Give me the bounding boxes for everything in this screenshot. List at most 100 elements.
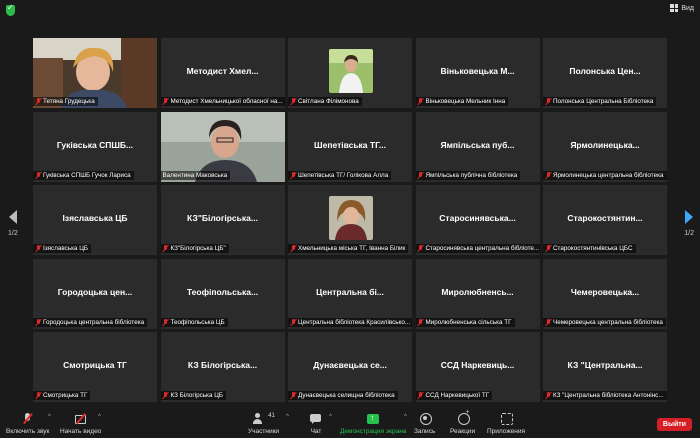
participant-label: Валентина Маковська	[160, 170, 231, 180]
participant-tile[interactable]: Теофіпольська... Теофіпольська ЦБ	[160, 258, 285, 329]
share-options-caret[interactable]: ^	[404, 414, 407, 420]
participant-tile[interactable]: Віньковецька М... Віньковецька Мельник І…	[415, 38, 540, 108]
mic-off-icon	[290, 98, 296, 105]
participant-tile[interactable]: Хмельницька міська ТГ, Іванна Білик	[288, 185, 412, 255]
mic-off-icon	[163, 245, 169, 252]
participant-tile[interactable]: Методист Хмел... Методист Хмельницької о…	[160, 38, 285, 108]
participant-tile[interactable]: Старосинявська... Старосинявська централ…	[415, 185, 540, 255]
participant-tile[interactable]: Миролюбненсь... Миролюбненська сільська …	[415, 258, 540, 329]
mic-off-icon	[35, 318, 41, 326]
tile-display-name: КЗ"Білогірська...	[187, 213, 258, 223]
participant-tile[interactable]: Городоцька цен... Городоцька центральна …	[33, 258, 157, 329]
microphone-muted-icon	[21, 413, 35, 425]
chat-button[interactable]: Чат	[309, 413, 323, 435]
share-screen-label: Демонстрация экрана	[340, 428, 407, 435]
participant-name: Гуківська СПШБ Гучок Лариса	[43, 171, 131, 179]
mic-off-icon	[35, 392, 41, 399]
participant-label: КЗ "Центральна бібліотека Антонінс...	[543, 391, 667, 400]
start-video-label: Начать видео	[60, 428, 102, 435]
participant-tile[interactable]: Світлана Філімонова	[288, 38, 412, 108]
view-label: Вид	[681, 4, 694, 12]
participant-tile[interactable]: Полонська Цен... Полонська Центральна Бі…	[543, 38, 667, 108]
previous-page-button[interactable]: 1/2	[8, 210, 18, 237]
chat-options-caret[interactable]: ^	[329, 414, 332, 420]
gallery-grid: Тетяна Грудецька Методист Хмел... Методи…	[33, 38, 667, 403]
active-speaker-tile[interactable]: Валентина Маковська	[160, 111, 285, 182]
apps-button[interactable]: Приложения	[487, 413, 525, 435]
participant-name: Дунаєвецька селищна бібліотека	[298, 392, 395, 399]
mic-off-icon	[290, 318, 296, 326]
unmute-button[interactable]: Включить звук	[6, 413, 49, 435]
participant-tile[interactable]: Тетяна Грудецька	[33, 38, 157, 108]
participant-name: Шепетівська ТГ/ Голікова Алла	[298, 171, 389, 179]
participant-tile[interactable]: Шепетівська ТГ... Шепетівська ТГ/ Голіко…	[288, 111, 412, 182]
mic-off-icon	[545, 392, 551, 399]
page-indicator-left: 1/2	[8, 230, 18, 237]
reactions-button[interactable]: Реакции	[450, 409, 475, 435]
participant-tile[interactable]: Ярмолинецька... Ярмолинецька центральна …	[543, 111, 667, 182]
chat-label: Чат	[310, 428, 322, 435]
participant-tile[interactable]: Старокостянтин... Старокостянтинівська Ц…	[543, 185, 667, 255]
mic-off-icon	[163, 392, 169, 399]
arrow-right-icon	[685, 210, 694, 224]
arrow-left-icon	[8, 210, 17, 224]
participant-name: Центральна бібліотека Красилівсько...	[298, 318, 411, 326]
participants-icon	[252, 413, 266, 425]
mic-off-icon	[418, 245, 424, 252]
tile-display-name: Дунаєвецька се...	[313, 360, 387, 370]
mic-off-icon	[35, 171, 41, 179]
share-screen-button[interactable]: Демонстрация экрана	[340, 413, 406, 435]
video-off-icon	[74, 413, 88, 425]
video-options-caret[interactable]: ^	[98, 414, 101, 420]
tile-display-name: КЗ "Центральна...	[567, 360, 643, 370]
next-page-button[interactable]: 1/2	[684, 210, 694, 237]
participant-label: Центральна бібліотека Красилівсько...	[288, 317, 412, 327]
participant-name: КЗ "Центральна бібліотека Антонінс...	[553, 392, 664, 399]
leave-button[interactable]: Выйти	[656, 418, 692, 431]
participant-tile[interactable]: Смотрицька ТГ Смотрицька ТГ	[33, 332, 157, 402]
record-label: Запись	[414, 428, 436, 435]
apps-label: Приложения	[487, 428, 526, 435]
participant-name: КЗ"Білогірська ЦБ"	[170, 245, 226, 252]
apps-icon	[499, 413, 514, 425]
mic-off-icon	[418, 98, 424, 105]
participant-tile[interactable]: Ямпільська пуб... Ямпільська публічна бі…	[415, 111, 540, 182]
tile-display-name: Гуківська СПШБ...	[56, 139, 134, 150]
participant-tile[interactable]: КЗ Білогірська... КЗ Білогірська ЦБ	[160, 332, 285, 402]
grid-view-icon	[670, 4, 679, 12]
mic-off-icon	[545, 318, 551, 326]
participant-tile[interactable]: Центральна бі... Центральна бібліотека К…	[288, 258, 412, 329]
tile-display-name: Полонська Цен...	[569, 66, 641, 76]
tile-display-name: Чемеровецька...	[570, 286, 640, 297]
mic-off-icon	[290, 171, 296, 179]
participant-name: Старокостянтинівська ЦБС	[553, 245, 633, 252]
view-button[interactable]: Вид	[670, 4, 694, 12]
security-shield-icon[interactable]	[6, 3, 15, 16]
participant-tile[interactable]: Гуківська СПШБ... Гуківська СПШБ Гучок Л…	[33, 111, 157, 182]
participant-tile[interactable]: ССД Наркевиць... ССД Наркевицької ТГ	[415, 332, 540, 402]
mic-off-icon	[545, 245, 551, 252]
participant-tile[interactable]: Чемеровецька... Чемеровецька центральна …	[543, 258, 667, 329]
mic-off-icon	[418, 318, 424, 326]
mic-off-icon	[290, 245, 296, 252]
participant-name: Полонська Центральна Бібліотека	[553, 98, 654, 105]
mic-off-icon	[290, 392, 296, 399]
participants-options-caret[interactable]: ^	[286, 414, 289, 420]
start-video-button[interactable]: Начать видео	[60, 413, 101, 435]
participant-tile[interactable]: Ізяславська ЦБ Ізяславська ЦБ	[33, 185, 157, 255]
tile-display-name: Миролюбненсь...	[441, 286, 514, 297]
tile-display-name: Віньковецька М...	[440, 66, 515, 76]
profile-photo	[329, 196, 373, 240]
participant-tile[interactable]: КЗ"Білогірська... КЗ"Білогірська ЦБ"	[160, 185, 285, 255]
participant-label: Городоцька центральна бібліотека	[33, 317, 148, 327]
participant-tile[interactable]: КЗ "Центральна... КЗ "Центральна бібліот…	[543, 332, 667, 402]
participant-name: Ямпільська публічна бібліотека	[425, 171, 518, 179]
record-button[interactable]: Запись	[414, 413, 435, 435]
audio-options-caret[interactable]: ^	[48, 414, 51, 420]
participant-tile[interactable]: Дунаєвецька се... Дунаєвецька селищна бі…	[288, 332, 412, 402]
mic-off-icon	[163, 318, 169, 326]
participants-button[interactable]: 41 Участники	[248, 413, 279, 435]
tile-display-name: Шепетівська ТГ...	[314, 139, 386, 150]
mic-off-icon	[545, 98, 551, 105]
participant-name: Городоцька центральна бібліотека	[43, 318, 145, 326]
